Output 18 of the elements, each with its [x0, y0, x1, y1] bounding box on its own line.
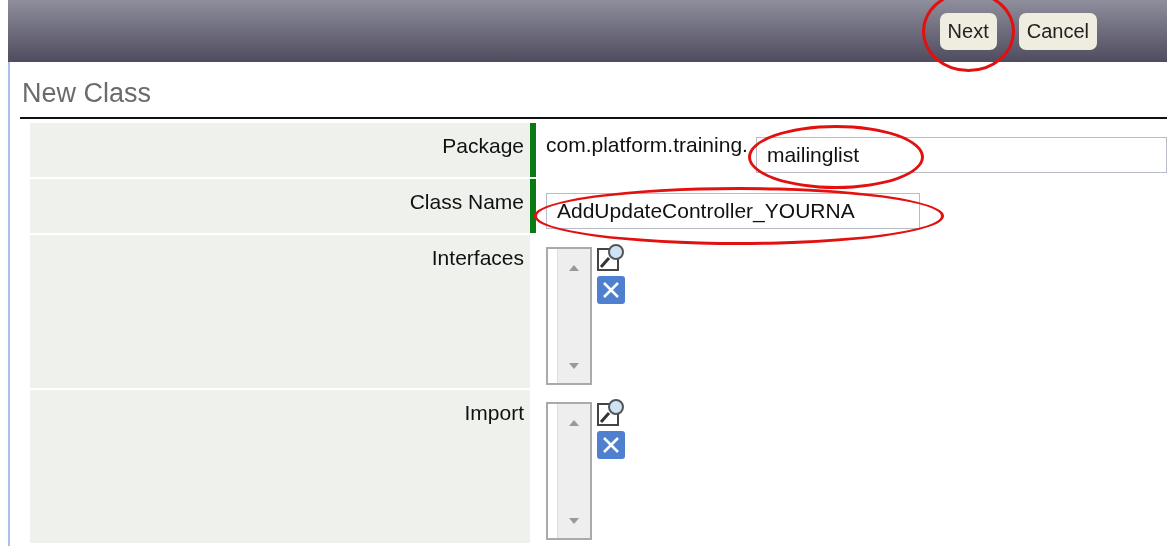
page-title: New Class: [21, 77, 153, 110]
field-label: Class Name: [409, 189, 524, 215]
scroll-down-icon[interactable]: [569, 363, 579, 369]
remove-icon[interactable]: [596, 430, 626, 460]
scroll-down-icon[interactable]: [569, 518, 579, 524]
input-field[interactable]: mailinglist: [755, 137, 1167, 173]
scroll-up-icon[interactable]: [569, 265, 579, 271]
search-icon[interactable]: [596, 398, 626, 428]
field-label: Import: [464, 400, 524, 426]
field-label: Package: [442, 133, 524, 159]
scroll-up-icon[interactable]: [569, 420, 579, 426]
field-label: Interfaces: [431, 245, 524, 271]
search-icon[interactable]: [596, 243, 626, 273]
input-field[interactable]: AddUpdateController_YOURNA: [546, 193, 920, 229]
remove-icon[interactable]: [596, 275, 626, 305]
package-prefix: com.platform.training.: [546, 133, 748, 157]
toolbar-button[interactable]: Cancel: [1018, 12, 1097, 50]
toolbar-button[interactable]: Next: [939, 12, 997, 50]
